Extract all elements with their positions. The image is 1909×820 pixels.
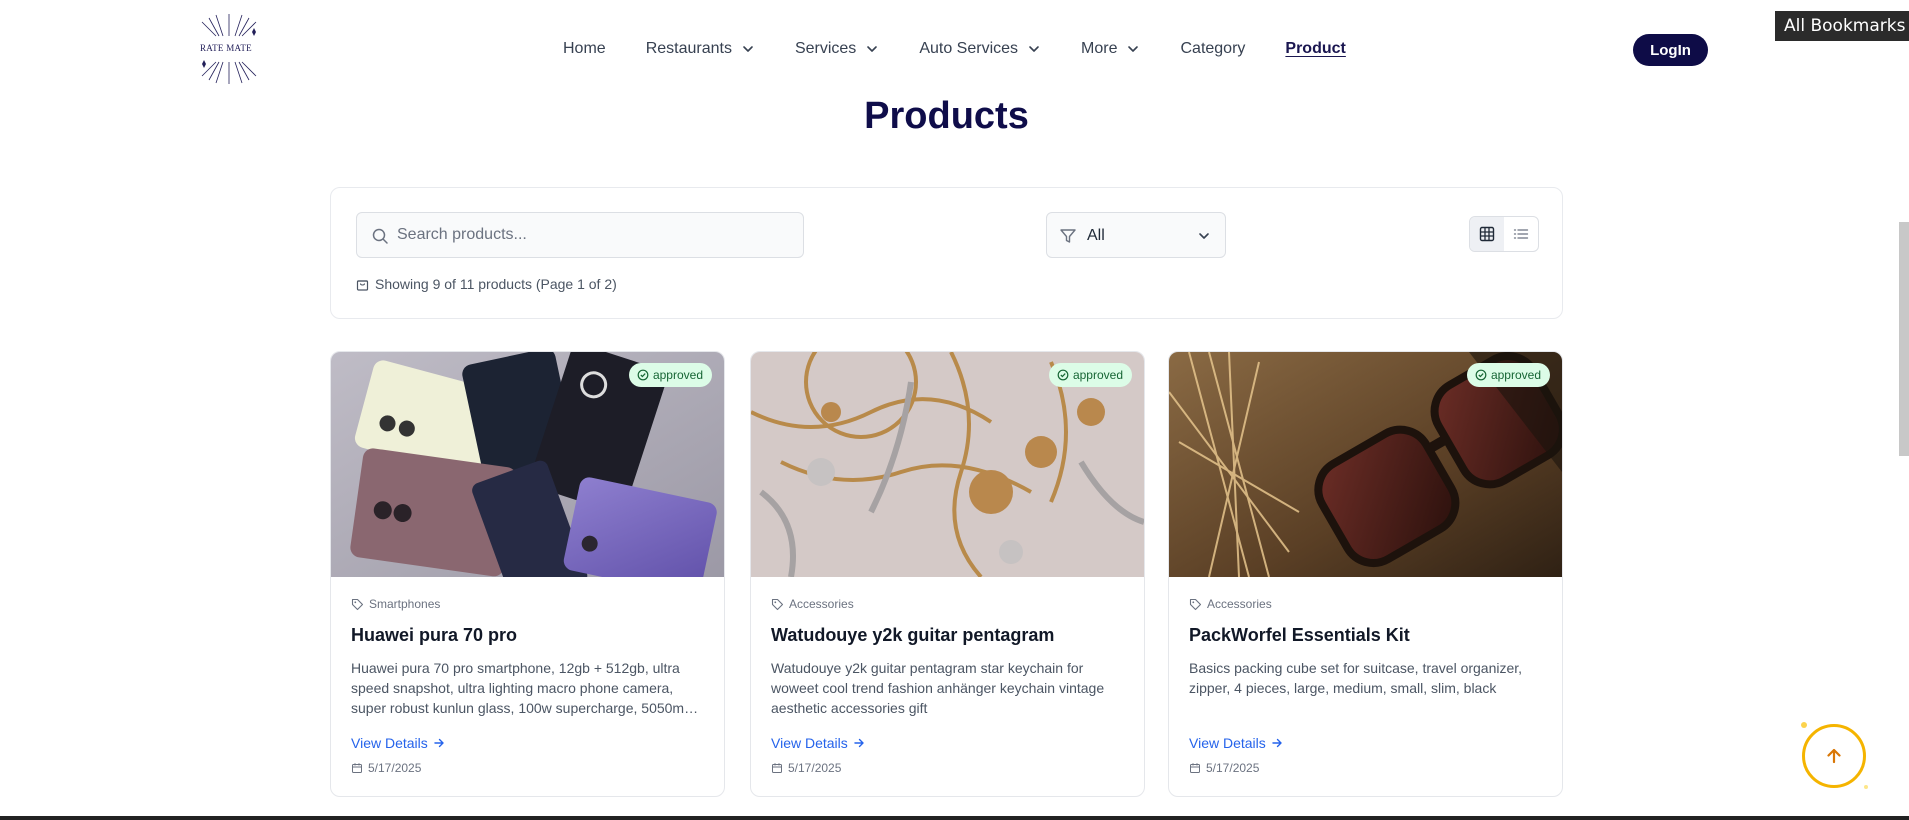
- arrow-right-icon: [854, 738, 864, 748]
- product-card[interactable]: approved Accessories PackWorfel Essentia…: [1168, 351, 1563, 797]
- chevron-down-icon: [1029, 46, 1039, 52]
- chevron-down-icon: [1199, 233, 1209, 239]
- product-image-sunglasses: approved: [1169, 352, 1562, 577]
- product-title: PackWorfel Essentials Kit: [1189, 625, 1410, 645]
- list-icon: [1513, 229, 1529, 239]
- product-date: 5/17/2025: [351, 761, 421, 775]
- filter-panel: All: [330, 187, 1563, 319]
- tag-icon: [1189, 598, 1202, 610]
- status-badge-label: approved: [1490, 368, 1541, 382]
- product-category: Accessories: [1189, 597, 1272, 611]
- product-description: Basics packing cube set for suitcase, tr…: [1189, 660, 1523, 696]
- grid-view-button[interactable]: [1470, 217, 1504, 251]
- category-filter-value: All: [1087, 227, 1105, 244]
- product-category-label: Accessories: [1207, 597, 1272, 611]
- grid-icon: [1479, 226, 1495, 242]
- product-date-value: 5/17/2025: [788, 761, 842, 775]
- chevron-down-icon: [1128, 46, 1139, 52]
- view-toggle: [1469, 216, 1539, 252]
- status-badge: approved: [1466, 363, 1550, 387]
- page-title: Products: [864, 95, 1029, 137]
- product-category: Smartphones: [351, 597, 440, 611]
- status-badge-label: approved: [652, 368, 703, 382]
- product-category: Accessories: [771, 597, 854, 611]
- check-circle-icon: [1475, 369, 1487, 381]
- product-category-label: Smartphones: [369, 597, 441, 611]
- product-date-value: 5/17/2025: [368, 761, 422, 775]
- results-count-text: Showing 9 of 11 products (Page 1 of 2): [375, 276, 617, 292]
- site-logo[interactable]: RATE MATE: [192, 12, 266, 86]
- calendar-icon: [772, 763, 782, 773]
- product-description: Watudouye y2k guitar pentagram star keyc…: [771, 660, 1105, 716]
- nav-item-product[interactable]: Product: [1285, 40, 1345, 58]
- all-bookmarks-button[interactable]: All Bookmarks: [1775, 11, 1909, 41]
- product-description: Huawei pura 70 pro smartphone, 12gb + 51…: [351, 660, 702, 716]
- results-count: Showing 9 of 11 products (Page 1 of 2): [356, 276, 617, 292]
- nav-item-label: Services: [794, 40, 857, 57]
- view-details-label: View Details: [351, 735, 428, 751]
- shopping-bag-icon: [356, 279, 369, 291]
- product-title: Huawei pura 70 pro: [351, 625, 518, 645]
- product-date: 5/17/2025: [1189, 761, 1259, 775]
- product-title: Watudouye y2k guitar pentagram: [771, 625, 1055, 645]
- scroll-to-top-button[interactable]: [1802, 724, 1866, 788]
- product-image-jewelry: approved: [751, 352, 1144, 577]
- view-details-link[interactable]: View Details: [1189, 735, 1283, 751]
- status-badge: approved: [1048, 363, 1132, 387]
- chevron-down-icon: [867, 46, 878, 52]
- window-bottom-edge: [0, 816, 1909, 820]
- nav-item-more[interactable]: More: [1081, 40, 1140, 58]
- calendar-icon: [352, 763, 362, 773]
- tag-icon: [771, 598, 784, 610]
- nav-item-home[interactable]: Home: [563, 40, 606, 58]
- nav-item-label: Product: [1285, 40, 1346, 57]
- view-details-label: View Details: [1189, 735, 1266, 751]
- status-badge-label: approved: [1072, 368, 1123, 382]
- chevron-down-icon: [743, 46, 753, 52]
- decorative-dot: [1864, 785, 1868, 789]
- nav-item-category[interactable]: Category: [1180, 40, 1245, 58]
- nav-item-services[interactable]: Services: [795, 40, 879, 58]
- check-circle-icon: [637, 369, 649, 381]
- logo-text: RATE MATE: [200, 43, 252, 53]
- arrow-right-icon: [1272, 738, 1282, 748]
- search-input[interactable]: [397, 213, 797, 257]
- list-view-button[interactable]: [1504, 217, 1538, 251]
- check-circle-icon: [1057, 369, 1069, 381]
- nav-item-restaurants[interactable]: Restaurants: [646, 40, 755, 58]
- nav-item-label: More: [1081, 40, 1118, 57]
- search-icon: [372, 228, 388, 244]
- top-navbar: RATE MATE Home Restaurants Services Auto…: [0, 0, 1909, 100]
- product-card[interactable]: approved Smartphones Huawei pura 70 pro …: [330, 351, 725, 797]
- page-scrollbar-thumb[interactable]: [1899, 222, 1909, 456]
- view-details-link[interactable]: View Details: [351, 735, 445, 751]
- product-card[interactable]: approved Accessories Watudouye y2k guita…: [750, 351, 1145, 797]
- nav-item-label: Home: [563, 40, 606, 57]
- calendar-icon: [1190, 763, 1200, 773]
- search-box[interactable]: [356, 212, 804, 258]
- view-details-link[interactable]: View Details: [771, 735, 865, 751]
- nav-links: Home Restaurants Services Auto Services …: [563, 36, 1386, 62]
- nav-item-label: Category: [1180, 40, 1246, 57]
- arrow-up-icon: [1827, 748, 1841, 764]
- filter-icon: [1060, 229, 1076, 243]
- status-badge: approved: [628, 363, 712, 387]
- product-date: 5/17/2025: [771, 761, 841, 775]
- arrow-right-icon: [434, 738, 444, 748]
- nav-item-auto-services[interactable]: Auto Services: [919, 40, 1041, 58]
- decorative-dot: [1801, 722, 1807, 728]
- product-image-smartphones: approved: [331, 352, 724, 577]
- product-date-value: 5/17/2025: [1206, 761, 1260, 775]
- tag-icon: [351, 598, 364, 610]
- product-category-label: Accessories: [789, 597, 854, 611]
- category-filter-select[interactable]: All: [1046, 212, 1226, 258]
- nav-item-label: Auto Services: [919, 40, 1019, 57]
- nav-item-label: Restaurants: [645, 40, 732, 57]
- login-button[interactable]: LogIn: [1633, 34, 1708, 66]
- view-details-label: View Details: [771, 735, 848, 751]
